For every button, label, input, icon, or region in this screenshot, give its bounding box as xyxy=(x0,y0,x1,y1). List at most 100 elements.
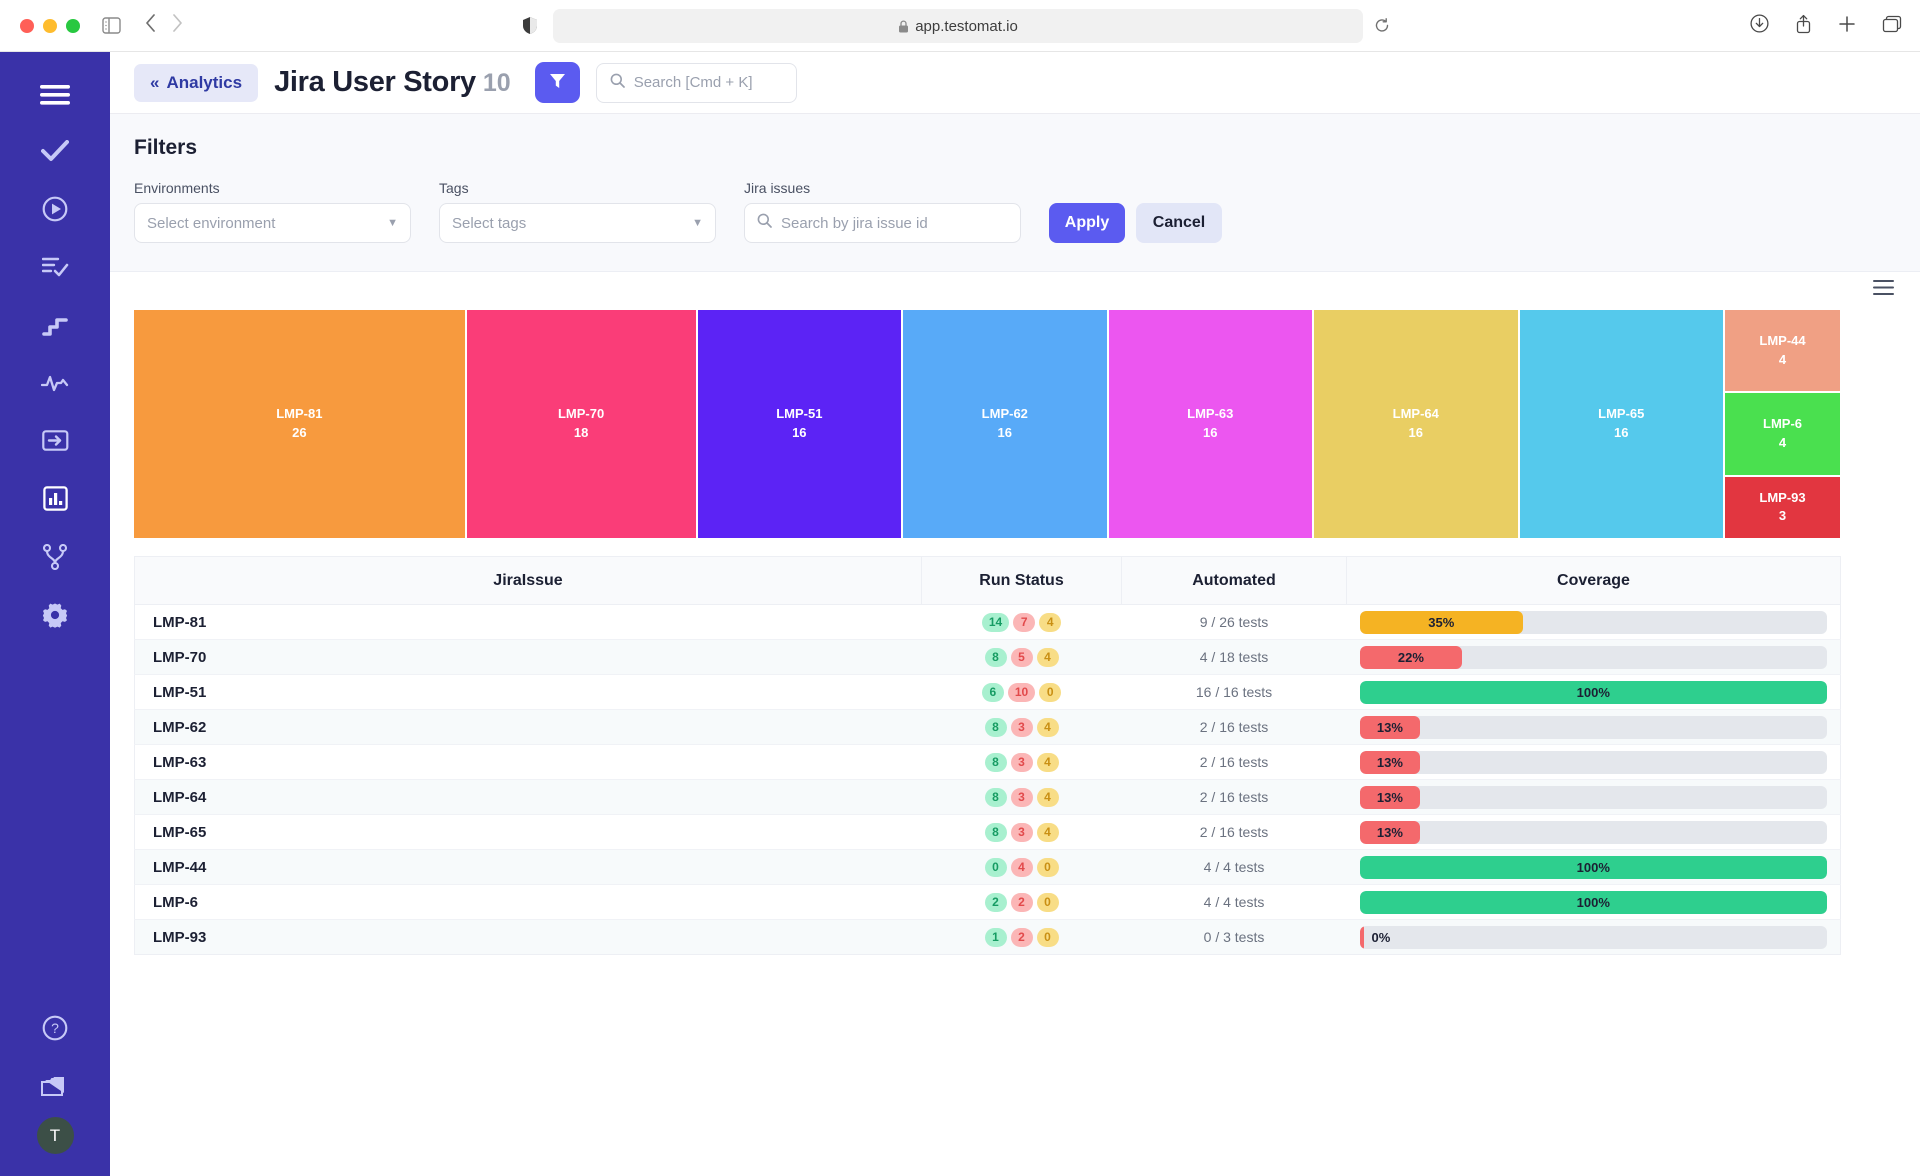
forward-arrow-icon[interactable] xyxy=(172,14,183,37)
search-input[interactable]: Search [Cmd + K] xyxy=(595,62,797,103)
passed-count-badge[interactable]: 0 xyxy=(984,857,1007,877)
column-header-coverage[interactable]: Coverage xyxy=(1346,556,1841,605)
sidebar-item-settings[interactable] xyxy=(0,588,110,646)
cancel-button[interactable]: Cancel xyxy=(1136,203,1222,243)
passed-count-badge[interactable]: 6 xyxy=(981,682,1004,702)
passed-count-badge[interactable]: 8 xyxy=(984,647,1007,667)
table-row[interactable]: LMP-44 0 4 0 4 / 4 tests 100% xyxy=(134,849,1841,885)
skipped-count-badge[interactable]: 4 xyxy=(1036,717,1059,737)
passed-count-badge[interactable]: 1 xyxy=(984,927,1007,947)
minimize-window-button[interactable] xyxy=(43,18,57,33)
sidebar-item-projects[interactable] xyxy=(0,1059,110,1117)
sidebar-item-help[interactable]: ? xyxy=(0,1001,110,1059)
skipped-count-badge[interactable]: 4 xyxy=(1039,612,1062,632)
tab-overview-icon[interactable] xyxy=(1882,15,1902,38)
treemap-tile[interactable]: LMP-93 3 xyxy=(1724,476,1841,538)
breadcrumb[interactable]: « Analytics xyxy=(134,63,259,102)
failed-count-badge[interactable]: 2 xyxy=(1010,892,1033,912)
table-row[interactable]: LMP-93 1 2 0 0 / 3 tests 0% xyxy=(134,919,1841,955)
treemap-tile[interactable]: LMP-44 4 xyxy=(1724,310,1841,392)
treemap-tile[interactable]: LMP-63 16 xyxy=(1108,310,1313,538)
avatar[interactable]: T xyxy=(36,1117,74,1154)
failed-count-badge[interactable]: 2 xyxy=(1010,927,1033,947)
jira-issue-search-input[interactable]: Search by jira issue id xyxy=(744,203,1021,243)
treemap-tile[interactable]: LMP-70 18 xyxy=(466,310,696,538)
skipped-count-badge[interactable]: 4 xyxy=(1036,647,1059,667)
table-row[interactable]: LMP-63 8 3 4 2 / 16 tests 13% xyxy=(134,744,1841,780)
skipped-count-badge[interactable]: 0 xyxy=(1039,682,1062,702)
cell-jiraissue[interactable]: LMP-65 xyxy=(134,814,922,850)
passed-count-badge[interactable]: 8 xyxy=(984,822,1007,842)
back-arrow-icon[interactable] xyxy=(145,14,156,37)
passed-count-badge[interactable]: 14 xyxy=(981,612,1010,632)
treemap-tile[interactable]: LMP-64 16 xyxy=(1314,310,1518,538)
cell-jiraissue[interactable]: LMP-62 xyxy=(134,709,922,745)
passed-count-badge[interactable]: 8 xyxy=(984,717,1007,737)
passed-count-badge[interactable]: 8 xyxy=(984,787,1007,807)
sidebar-item-runs[interactable] xyxy=(0,182,110,240)
sidebar-item-analytics[interactable] xyxy=(0,472,110,530)
treemap-tile[interactable]: LMP-65 16 xyxy=(1519,310,1723,538)
reload-icon[interactable] xyxy=(1374,17,1390,34)
sidebar-item-import[interactable] xyxy=(0,414,110,472)
new-tab-icon[interactable] xyxy=(1838,15,1856,38)
failed-count-badge[interactable]: 3 xyxy=(1010,752,1033,772)
table-row[interactable]: LMP-81 14 7 4 9 / 26 tests 35% xyxy=(134,604,1841,640)
cell-jiraissue[interactable]: LMP-70 xyxy=(134,639,922,675)
sidebar-item-activity[interactable] xyxy=(0,356,110,414)
failed-count-badge[interactable]: 3 xyxy=(1010,717,1033,737)
skipped-count-badge[interactable]: 4 xyxy=(1036,752,1059,772)
column-header-automated[interactable]: Automated xyxy=(1121,556,1347,605)
column-header-run-status[interactable]: Run Status xyxy=(921,556,1122,605)
treemap-tile[interactable]: LMP-81 26 xyxy=(134,310,465,538)
cell-jiraissue[interactable]: LMP-6 xyxy=(134,884,922,920)
cell-jiraissue[interactable]: LMP-93 xyxy=(135,920,922,955)
sidebar-item-steps[interactable] xyxy=(0,298,110,356)
share-icon[interactable] xyxy=(1795,14,1812,39)
environments-select[interactable]: Select environment ▼ xyxy=(134,203,411,243)
cell-jiraissue[interactable]: LMP-51 xyxy=(134,674,922,710)
tags-select[interactable]: Select tags ▼ xyxy=(439,203,716,243)
sidebar-toggle-icon[interactable] xyxy=(102,17,121,34)
cell-jiraissue[interactable]: LMP-64 xyxy=(134,779,922,815)
hamburger-menu-icon[interactable] xyxy=(0,66,110,124)
sidebar-item-branches[interactable] xyxy=(0,530,110,588)
treemap-tile[interactable]: LMP-6 4 xyxy=(1724,393,1841,475)
cell-jiraissue[interactable]: LMP-44 xyxy=(134,849,922,885)
address-bar[interactable]: app.testomat.io xyxy=(553,9,1363,43)
failed-count-badge[interactable]: 5 xyxy=(1010,647,1033,667)
download-icon[interactable] xyxy=(1750,14,1769,38)
passed-count-badge[interactable]: 2 xyxy=(984,892,1007,912)
apply-button[interactable]: Apply xyxy=(1049,203,1125,243)
treemap-tile[interactable]: LMP-51 16 xyxy=(697,310,902,538)
cell-jiraissue[interactable]: LMP-81 xyxy=(134,604,922,640)
skipped-count-badge[interactable]: 0 xyxy=(1036,892,1059,912)
cell-jiraissue[interactable]: LMP-63 xyxy=(134,744,922,780)
maximize-window-button[interactable] xyxy=(66,18,80,33)
table-row[interactable]: LMP-64 8 3 4 2 / 16 tests 13% xyxy=(134,779,1841,815)
failed-count-badge[interactable]: 10 xyxy=(1007,682,1036,702)
failed-count-badge[interactable]: 3 xyxy=(1010,787,1033,807)
passed-count-badge[interactable]: 8 xyxy=(984,752,1007,772)
skipped-count-badge[interactable]: 4 xyxy=(1036,787,1059,807)
close-window-button[interactable] xyxy=(20,18,34,33)
failed-count-badge[interactable]: 4 xyxy=(1010,857,1033,877)
window-traffic-lights[interactable] xyxy=(20,18,80,33)
table-row[interactable]: LMP-6 2 2 0 4 / 4 tests 100% xyxy=(134,884,1841,920)
filter-toggle-button[interactable] xyxy=(534,62,580,103)
table-row[interactable]: LMP-65 8 3 4 2 / 16 tests 13% xyxy=(134,814,1841,850)
column-header-jiraissue[interactable]: JiraIssue xyxy=(134,556,922,605)
shield-icon[interactable] xyxy=(522,16,538,40)
table-row[interactable]: LMP-62 8 3 4 2 / 16 tests 13% xyxy=(134,709,1841,745)
skipped-count-badge[interactable]: 0 xyxy=(1036,927,1059,947)
failed-count-badge[interactable]: 7 xyxy=(1013,612,1036,632)
failed-count-badge[interactable]: 3 xyxy=(1010,822,1033,842)
skipped-count-badge[interactable]: 4 xyxy=(1036,822,1059,842)
chart-menu-icon[interactable] xyxy=(1873,280,1894,300)
table-row[interactable]: LMP-70 8 5 4 4 / 18 tests 22% xyxy=(134,639,1841,675)
table-row[interactable]: LMP-51 6 10 0 16 / 16 tests 100% xyxy=(134,674,1841,710)
treemap-tile[interactable]: LMP-62 16 xyxy=(903,310,1107,538)
skipped-count-badge[interactable]: 0 xyxy=(1036,857,1059,877)
sidebar-item-tests[interactable] xyxy=(0,124,110,182)
sidebar-item-plans[interactable] xyxy=(0,240,110,298)
